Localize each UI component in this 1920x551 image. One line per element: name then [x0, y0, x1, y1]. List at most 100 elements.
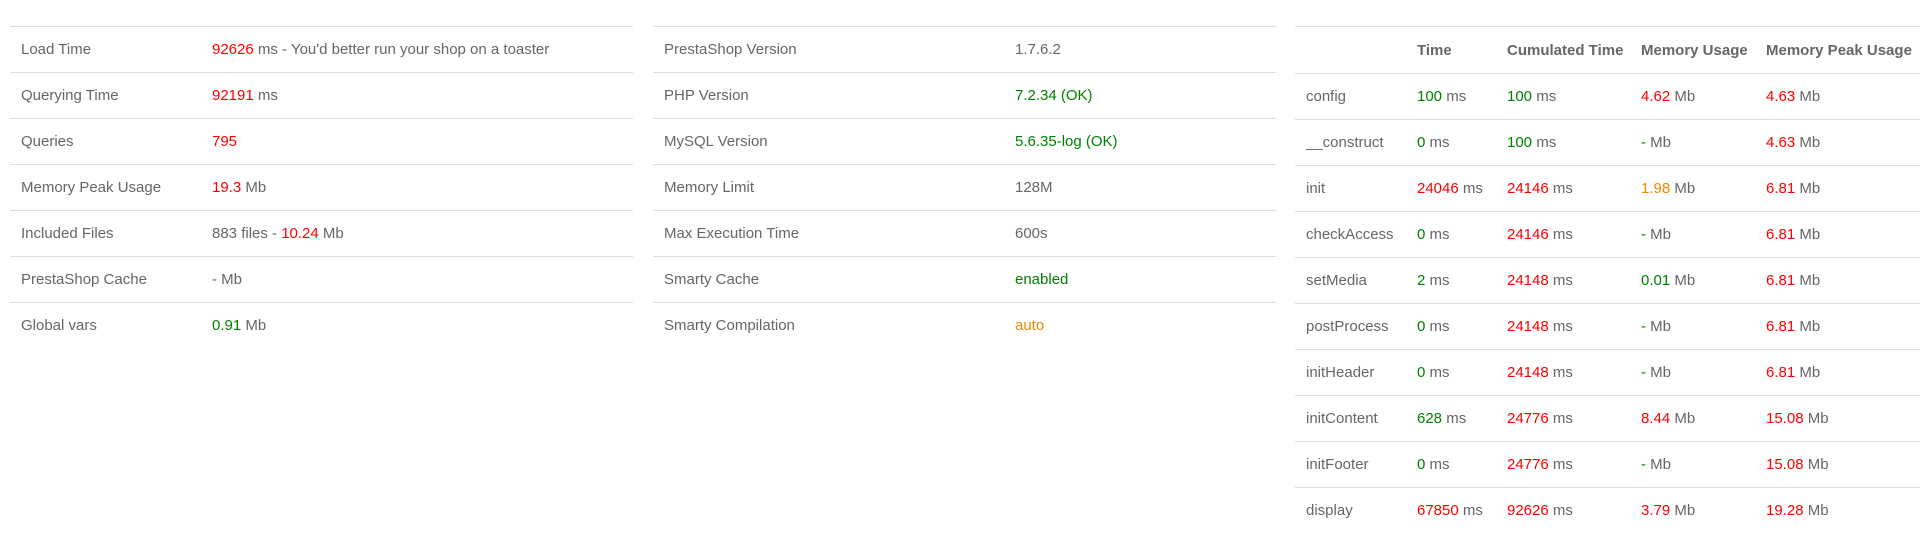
table-row: Memory Peak Usage 19.3 Mb [10, 164, 633, 211]
step-memory-peak-usage: 6.81 Mb [1755, 257, 1920, 304]
row-value: 92626 ms - You'd better run your shop on… [201, 26, 633, 73]
table-row: Load Time 92626 ms - You'd better run yo… [10, 26, 633, 73]
row-label: Max Execution Time [653, 210, 1004, 257]
table-row: PHP Version 7.2.34 (OK) [653, 72, 1276, 119]
row-label: Global vars [10, 302, 201, 348]
step-name: postProcess [1295, 303, 1406, 350]
step-memory-usage: - Mb [1630, 303, 1755, 350]
step-cumulated-time: 100 ms [1496, 119, 1630, 166]
step-memory-usage: 4.62 Mb [1630, 73, 1755, 120]
step-memory-peak-usage: 6.81 Mb [1755, 349, 1920, 396]
row-value: 92191 ms [201, 72, 633, 119]
column-header-memory-peak-usage: Memory Peak Usage [1755, 26, 1920, 74]
row-label: PrestaShop Version [653, 26, 1004, 73]
row-label: MySQL Version [653, 118, 1004, 165]
table-row: postProcess 0 ms 24148 ms - Mb 6.81 Mb [1295, 303, 1920, 350]
step-memory-peak-usage: 19.28 Mb [1755, 487, 1920, 533]
table-row: checkAccess 0 ms 24146 ms - Mb 6.81 Mb [1295, 211, 1920, 258]
step-time: 0 ms [1406, 119, 1496, 166]
step-memory-usage: 0.01 Mb [1630, 257, 1755, 304]
table-row: display 67850 ms 92626 ms 3.79 Mb 19.28 Mb [1295, 487, 1920, 533]
table-row: Querying Time 92191 ms [10, 72, 633, 119]
step-memory-usage: 3.79 Mb [1630, 487, 1755, 533]
row-value: 7.2.34 (OK) [1004, 72, 1276, 119]
row-value: 600s [1004, 210, 1276, 257]
table-row: Included Files 883 files - 10.24 Mb [10, 210, 633, 257]
column-header [1295, 26, 1406, 74]
step-memory-peak-usage: 15.08 Mb [1755, 395, 1920, 442]
table-row: Global vars 0.91 Mb [10, 302, 633, 348]
step-cumulated-time: 24776 ms [1496, 395, 1630, 442]
step-name: setMedia [1295, 257, 1406, 304]
table-row: Queries 795 [10, 118, 633, 165]
row-label: Included Files [10, 210, 201, 257]
step-memory-peak-usage: 15.08 Mb [1755, 441, 1920, 488]
step-memory-peak-usage: 4.63 Mb [1755, 73, 1920, 120]
column-header-memory-usage: Memory Usage [1630, 26, 1755, 74]
table-row: __construct 0 ms 100 ms - Mb 4.63 Mb [1295, 119, 1920, 166]
step-name: __construct [1295, 119, 1406, 166]
step-memory-peak-usage: 6.81 Mb [1755, 211, 1920, 258]
row-value: 883 files - 10.24 Mb [201, 210, 633, 257]
row-label: PrestaShop Cache [10, 256, 201, 303]
table-row: initContent 628 ms 24776 ms 8.44 Mb 15.08 Mb [1295, 395, 1920, 442]
step-cumulated-time: 24148 ms [1496, 257, 1630, 304]
step-memory-usage: - Mb [1630, 119, 1755, 166]
row-value: 1.7.6.2 [1004, 26, 1276, 73]
controller-timing-table: Time Cumulated Time Memory Usage Memory … [1295, 26, 1920, 533]
row-label: Memory Peak Usage [10, 164, 201, 211]
row-value: 795 [201, 118, 633, 165]
row-value: 5.6.35-log (OK) [1004, 118, 1276, 165]
step-memory-usage: - Mb [1630, 441, 1755, 488]
step-name: initContent [1295, 395, 1406, 442]
row-label: PHP Version [653, 72, 1004, 119]
step-memory-peak-usage: 4.63 Mb [1755, 119, 1920, 166]
row-label: Smarty Cache [653, 256, 1004, 303]
row-value: enabled [1004, 256, 1276, 303]
row-value: 128M [1004, 164, 1276, 211]
step-time: 0 ms [1406, 211, 1496, 258]
step-cumulated-time: 24148 ms [1496, 303, 1630, 350]
step-time: 0 ms [1406, 441, 1496, 488]
row-label: Memory Limit [653, 164, 1004, 211]
configuration-table: PrestaShop Version 1.7.6.2 PHP Version 7… [653, 26, 1276, 348]
table-row: setMedia 2 ms 24148 ms 0.01 Mb 6.81 Mb [1295, 257, 1920, 304]
step-time: 24046 ms [1406, 165, 1496, 212]
column-header-cumulated-time: Cumulated Time [1496, 26, 1630, 74]
performance-summary-table: Load Time 92626 ms - You'd better run yo… [10, 26, 633, 348]
step-name: initFooter [1295, 441, 1406, 488]
step-memory-peak-usage: 6.81 Mb [1755, 165, 1920, 212]
table-row: Memory Limit 128M [653, 164, 1276, 211]
table-row: MySQL Version 5.6.35-log (OK) [653, 118, 1276, 165]
row-label: Load Time [10, 26, 201, 73]
row-value: 19.3 Mb [201, 164, 633, 211]
step-name: init [1295, 165, 1406, 212]
step-cumulated-time: 92626 ms [1496, 487, 1630, 533]
row-value: 0.91 Mb [201, 302, 633, 348]
step-name: initHeader [1295, 349, 1406, 396]
step-cumulated-time: 100 ms [1496, 73, 1630, 120]
step-time: 628 ms [1406, 395, 1496, 442]
step-cumulated-time: 24776 ms [1496, 441, 1630, 488]
step-time: 100 ms [1406, 73, 1496, 120]
step-time: 0 ms [1406, 349, 1496, 396]
step-memory-peak-usage: 6.81 Mb [1755, 303, 1920, 350]
row-value: - Mb [201, 256, 633, 303]
step-name: checkAccess [1295, 211, 1406, 258]
step-memory-usage: 8.44 Mb [1630, 395, 1755, 442]
table-row: PrestaShop Version 1.7.6.2 [653, 26, 1276, 73]
row-label: Queries [10, 118, 201, 165]
table-row: Smarty Compilation auto [653, 302, 1276, 348]
row-label: Querying Time [10, 72, 201, 119]
step-time: 0 ms [1406, 303, 1496, 350]
table-row: init 24046 ms 24146 ms 1.98 Mb 6.81 Mb [1295, 165, 1920, 212]
table-row: Smarty Cache enabled [653, 256, 1276, 303]
column-header-time: Time [1406, 26, 1496, 74]
step-name: config [1295, 73, 1406, 120]
step-memory-usage: 1.98 Mb [1630, 165, 1755, 212]
row-label: Smarty Compilation [653, 302, 1004, 348]
step-name: display [1295, 487, 1406, 533]
row-value: auto [1004, 302, 1276, 348]
table-row: config 100 ms 100 ms 4.62 Mb 4.63 Mb [1295, 73, 1920, 120]
table-header-row: Time Cumulated Time Memory Usage Memory … [1295, 26, 1920, 74]
